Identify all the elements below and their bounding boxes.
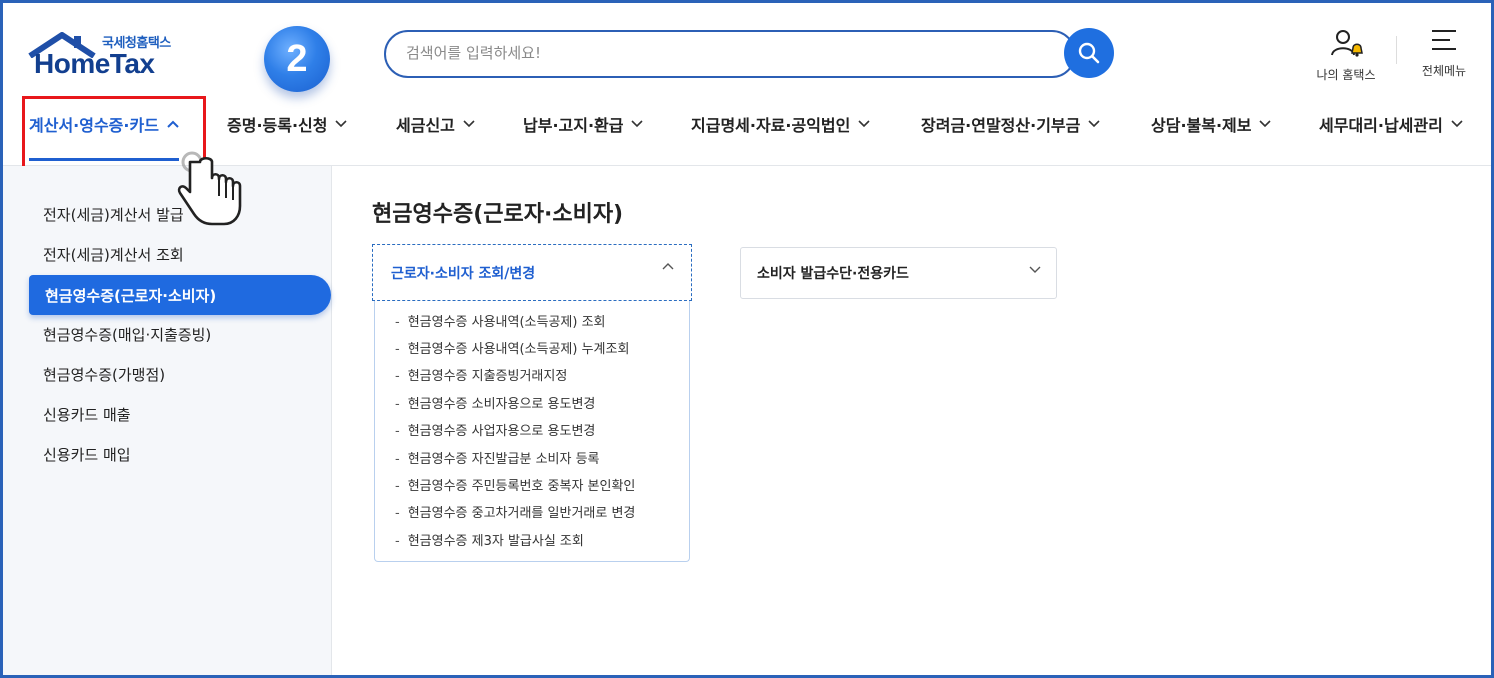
- logo-wordmark: HomeTax: [34, 48, 155, 79]
- nav-item-tax-agent[interactable]: 세무대리·납세관리: [1319, 112, 1463, 136]
- sidebar-item-cash-receipt-purchase[interactable]: 현금영수증(매입·지출증빙): [43, 324, 211, 345]
- all-menu-button[interactable]: 전체메뉴: [1414, 28, 1474, 79]
- sidebar-item-cash-receipt-merchant[interactable]: 현금영수증(가맹점): [43, 364, 165, 385]
- page-title: 현금영수증(근로자·소비자): [372, 202, 624, 227]
- nav-item-label: 증명·등록·신청: [227, 116, 328, 135]
- chevron-down-icon: [463, 120, 475, 128]
- search-input[interactable]: [406, 44, 1046, 62]
- menu-item-used-car-change[interactable]: 현금영수증 중고차거래를 일반거래로 변경: [395, 502, 636, 521]
- menu-item-usage-inquiry[interactable]: 현금영수증 사용내역(소득공제) 조회: [395, 311, 606, 330]
- chevron-down-icon: [335, 120, 348, 128]
- accordion-consumer-inquiry-list: 현금영수증 사용내역(소득공제) 조회 현금영수증 사용내역(소득공제) 누계조…: [374, 301, 690, 562]
- hometax-logo[interactable]: 국세청홈택스 HomeTax: [28, 30, 188, 84]
- nav-item-payment[interactable]: 납부·고지·환급: [523, 112, 644, 136]
- sidebar-item-credit-card-sales[interactable]: 신용카드 매출: [43, 404, 131, 425]
- nav-item-label: 세무대리·납세관리: [1319, 116, 1443, 135]
- sidebar-item-einvoice-issue[interactable]: 전자(세금)계산서 발급: [43, 204, 184, 225]
- sidebar-item-credit-card-purchase[interactable]: 신용카드 매입: [43, 444, 131, 465]
- sidebar: 전자(세금)계산서 발급 전자(세금)계산서 조회 현금영수증(근로자·소비자)…: [3, 166, 332, 675]
- sidebar-item-einvoice-inquiry[interactable]: 전자(세금)계산서 조회: [43, 244, 184, 265]
- chevron-down-icon: [858, 120, 870, 128]
- menu-item-third-party-inquiry[interactable]: 현금영수증 제3자 발급사실 조회: [395, 530, 584, 549]
- menu-item-change-to-consumer[interactable]: 현금영수증 소비자용으로 용도변경: [395, 393, 596, 412]
- chevron-up-icon: [662, 263, 674, 270]
- chevron-down-icon: [1259, 120, 1272, 128]
- nav-item-label: 상담·불복·제보: [1151, 116, 1252, 135]
- menu-item-self-issued-register[interactable]: 현금영수증 자진발급분 소비자 등록: [395, 448, 600, 467]
- chevron-down-icon: [1029, 266, 1041, 273]
- my-hometax-label: 나의 홈택스: [1316, 68, 1376, 82]
- all-menu-label: 전체메뉴: [1421, 64, 1467, 78]
- accordion-title: 근로자·소비자 조회/변경: [391, 266, 536, 282]
- user-bell-icon: [1331, 30, 1363, 57]
- accordion-consumer-inquiry[interactable]: 근로자·소비자 조회/변경: [372, 244, 692, 301]
- nav-item-label: 장려금·연말정산·기부금: [921, 116, 1081, 135]
- menu-item-expense-proof[interactable]: 현금영수증 지출증빙거래지정: [395, 365, 568, 384]
- menu-item-usage-cumulative[interactable]: 현금영수증 사용내역(소득공제) 누계조회: [395, 338, 630, 357]
- header-divider: [1396, 36, 1397, 64]
- hamburger-menu-icon: [1432, 30, 1456, 50]
- chevron-down-icon: [631, 120, 644, 128]
- nav-item-label: 납부·고지·환급: [523, 116, 624, 135]
- chevron-down-icon: [1088, 120, 1100, 128]
- nav-item-incentive[interactable]: 장려금·연말정산·기부금: [921, 112, 1100, 136]
- search-icon: [1078, 42, 1100, 64]
- menu-item-duplicate-id-check[interactable]: 현금영수증 주민등록번호 중복자 본인확인: [395, 475, 636, 494]
- accordion-consumer-card[interactable]: 소비자 발급수단·전용카드: [740, 247, 1057, 299]
- nav-item-label: 지급명세·자료·공익법인: [691, 116, 851, 135]
- nav-item-tax-filing[interactable]: 세금신고: [396, 112, 475, 136]
- step-number-badge: 2: [264, 26, 330, 92]
- nav-item-payment-statement[interactable]: 지급명세·자료·공익법인: [691, 112, 870, 136]
- nav-item-consult[interactable]: 상담·불복·제보: [1151, 112, 1272, 136]
- accordion-title: 소비자 발급수단·전용카드: [757, 266, 909, 282]
- nav-item-label: 세금신고: [396, 116, 455, 135]
- menu-item-change-to-business[interactable]: 현금영수증 사업자용으로 용도변경: [395, 420, 596, 439]
- my-hometax-button[interactable]: 나의 홈택스: [1308, 28, 1384, 83]
- chevron-down-icon: [1451, 120, 1463, 128]
- search-bar: [384, 30, 1076, 78]
- nav-item-certificate[interactable]: 증명·등록·신청: [227, 112, 348, 136]
- search-button[interactable]: [1064, 28, 1114, 78]
- pointer-hand-icon: [177, 151, 242, 226]
- sidebar-item-cash-receipt-consumer[interactable]: 현금영수증(근로자·소비자): [29, 275, 331, 315]
